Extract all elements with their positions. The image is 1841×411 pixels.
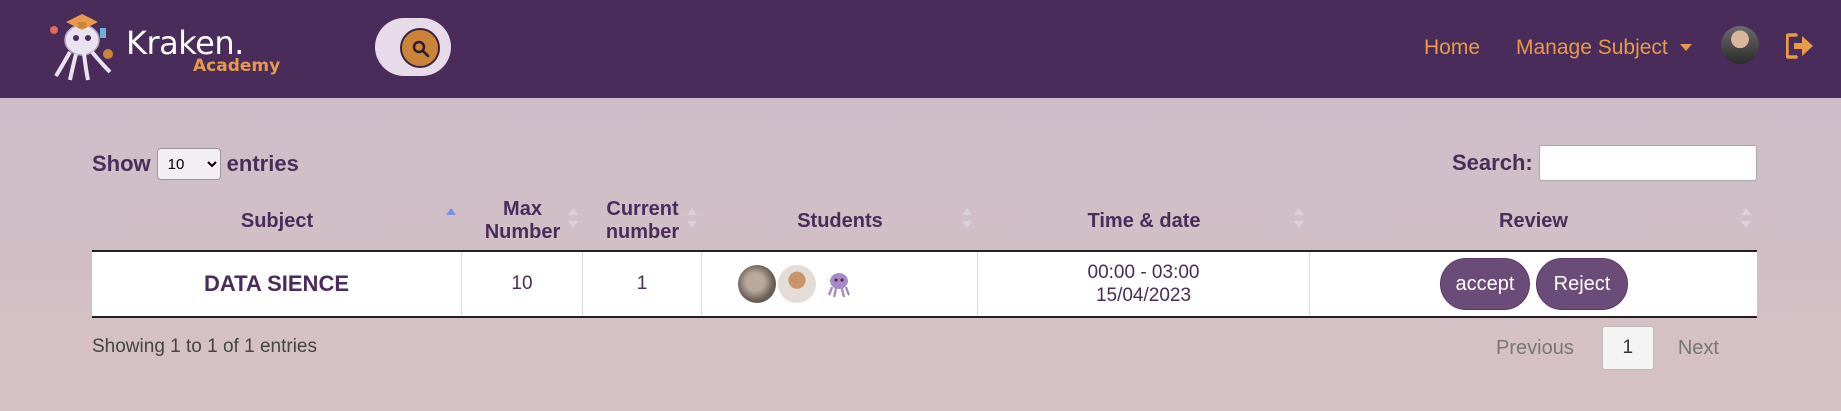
col-current-number-label: Current number xyxy=(605,198,680,243)
col-header-time-date[interactable]: Time & date xyxy=(978,190,1310,252)
sort-both-icon xyxy=(1294,208,1304,228)
search-icon xyxy=(412,40,430,58)
table-search-control: Search: xyxy=(1452,145,1757,181)
col-header-students[interactable]: Students xyxy=(702,190,978,252)
cell-review: accept Reject xyxy=(1310,252,1757,316)
pagination-next[interactable]: Next xyxy=(1678,337,1719,360)
cell-current-number: 1 xyxy=(583,252,702,316)
search-button[interactable] xyxy=(400,28,440,68)
table-search-input[interactable] xyxy=(1538,145,1757,181)
entries-label: entries xyxy=(226,151,299,176)
pagination-page-1[interactable]: 1 xyxy=(1601,326,1654,370)
top-navbar: Kraken. Academy Home Manage Subject xyxy=(0,0,1841,98)
brand[interactable]: Kraken. Academy xyxy=(48,6,281,90)
col-header-subject[interactable]: Subject xyxy=(92,190,462,252)
student-avatar-2[interactable] xyxy=(778,265,816,303)
show-label: Show xyxy=(92,151,151,176)
page-length-control: Show 10 entries xyxy=(92,148,299,180)
student-avatar-1[interactable] xyxy=(738,265,776,303)
page-length-select[interactable]: 10 xyxy=(156,148,221,180)
table-info: Showing 1 to 1 of 1 entries xyxy=(92,336,317,357)
sign-out-icon[interactable] xyxy=(1786,33,1814,59)
nav-home-link[interactable]: Home xyxy=(1424,36,1480,60)
reject-button[interactable]: Reject xyxy=(1536,258,1628,310)
subjects-table: Subject Max Number Current number Studen… xyxy=(92,190,1757,318)
cell-date: 15/04/2023 xyxy=(1095,285,1192,306)
col-students-label: Students xyxy=(797,209,883,232)
table-header: Subject Max Number Current number Studen… xyxy=(92,190,1757,252)
pagination-previous[interactable]: Previous xyxy=(1496,337,1574,360)
sort-both-icon xyxy=(1741,208,1751,228)
sort-asc-icon xyxy=(446,208,456,215)
accept-button[interactable]: accept xyxy=(1440,258,1530,310)
nav-manage-subject-dropdown[interactable]: Manage Subject xyxy=(1516,36,1692,60)
col-max-number-label: Max Number xyxy=(484,198,561,243)
sort-both-icon xyxy=(568,208,578,228)
col-review-label: Review xyxy=(1499,209,1568,232)
cell-students xyxy=(702,252,978,316)
brand-subtitle: Academy xyxy=(193,56,281,76)
octopus-avatar[interactable] xyxy=(824,269,854,299)
cell-time: 00:00 - 03:00 xyxy=(1087,262,1200,283)
col-header-max-number[interactable]: Max Number xyxy=(462,190,583,252)
octopus-graduate-logo xyxy=(50,14,113,81)
cell-time-date: 00:00 - 03:00 15/04/2023 xyxy=(978,252,1310,316)
col-subject-label: Subject xyxy=(240,209,314,232)
sort-both-icon xyxy=(687,208,697,228)
pagination: Previous 1 Next xyxy=(1496,326,1719,370)
user-avatar[interactable] xyxy=(1721,26,1759,64)
cell-subject: DATA SIENCE xyxy=(92,252,462,316)
search-toggle[interactable] xyxy=(375,18,451,76)
search-label: Search: xyxy=(1452,150,1533,175)
table-row: DATA SIENCE 10 1 00:00 - 03:00 15/04/202… xyxy=(92,252,1757,318)
sort-both-icon xyxy=(962,208,972,228)
caret-down-icon xyxy=(1679,44,1692,52)
nav-manage-subject-label: Manage Subject xyxy=(1516,36,1668,59)
col-header-review[interactable]: Review xyxy=(1310,190,1757,252)
col-time-date-label: Time & date xyxy=(1087,209,1201,232)
col-header-current-number[interactable]: Current number xyxy=(583,190,702,252)
cell-max-number: 10 xyxy=(462,252,583,316)
